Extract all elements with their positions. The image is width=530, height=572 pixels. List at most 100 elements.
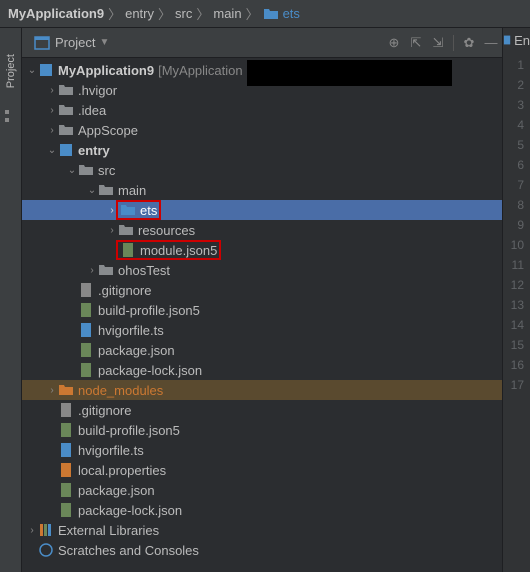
tree-item-resources[interactable]: › resources bbox=[22, 220, 502, 240]
folder-icon bbox=[58, 82, 74, 98]
item-label: AppScope bbox=[78, 123, 138, 138]
breadcrumb-main[interactable]: main bbox=[213, 6, 241, 21]
folder-icon bbox=[58, 122, 74, 138]
tree-item-packagelock2[interactable]: package-lock.json bbox=[22, 500, 502, 520]
tree-item-buildprofile2[interactable]: build-profile.json5 bbox=[22, 420, 502, 440]
line-number: 13 bbox=[503, 298, 530, 318]
tab-label: En bbox=[514, 33, 530, 48]
folder-icon bbox=[98, 262, 114, 278]
json-file-icon bbox=[78, 362, 94, 378]
project-tab-label[interactable]: Project bbox=[5, 54, 17, 88]
hide-icon[interactable]: — bbox=[480, 32, 502, 54]
item-label: package-lock.json bbox=[78, 503, 182, 518]
expander-icon[interactable]: ⌄ bbox=[46, 145, 58, 156]
file-icon bbox=[78, 282, 94, 298]
line-number: 2 bbox=[503, 78, 530, 98]
tree-item-entry[interactable]: ⌄ entry bbox=[22, 140, 502, 160]
folder-icon bbox=[120, 202, 136, 218]
expander-icon[interactable]: › bbox=[46, 125, 58, 136]
json-file-icon bbox=[120, 242, 136, 258]
json-file-icon bbox=[78, 342, 94, 358]
tree-item-appscope[interactable]: › AppScope bbox=[22, 120, 502, 140]
tree-item-hvigorfile[interactable]: hvigorfile.ts bbox=[22, 320, 502, 340]
folder-icon bbox=[263, 6, 279, 22]
item-label: .gitignore bbox=[98, 283, 151, 298]
module-icon bbox=[58, 142, 74, 158]
library-icon bbox=[38, 522, 54, 538]
tree-item-extlib[interactable]: › External Libraries bbox=[22, 520, 502, 540]
file-icon bbox=[58, 402, 74, 418]
project-icon bbox=[34, 35, 50, 51]
line-number: 1 bbox=[503, 58, 530, 78]
scratches-icon bbox=[38, 542, 54, 558]
tree-item-idea[interactable]: › .idea bbox=[22, 100, 502, 120]
expander-icon[interactable]: › bbox=[46, 85, 58, 96]
expander-icon[interactable]: › bbox=[86, 265, 98, 276]
expander-icon[interactable]: › bbox=[106, 225, 118, 236]
expander-icon[interactable]: › bbox=[46, 385, 58, 396]
item-label: package.json bbox=[78, 483, 155, 498]
expander-icon[interactable]: ⌄ bbox=[26, 65, 38, 76]
breadcrumb-src[interactable]: src bbox=[175, 6, 192, 21]
settings-icon[interactable]: ✿ bbox=[458, 32, 480, 54]
breadcrumb-root[interactable]: MyApplication9 bbox=[8, 6, 104, 21]
select-opened-file-icon[interactable]: ⊕ bbox=[383, 32, 405, 54]
root-suffix: [MyApplication bbox=[158, 63, 243, 78]
redaction bbox=[247, 60, 452, 86]
editor-tab[interactable]: En bbox=[502, 30, 530, 50]
separator bbox=[453, 35, 454, 51]
line-number: 3 bbox=[503, 98, 530, 118]
ts-file-icon bbox=[78, 322, 94, 338]
item-label: External Libraries bbox=[58, 523, 159, 538]
tree-item-nodemodules[interactable]: › node_modules bbox=[22, 380, 502, 400]
line-number: 12 bbox=[503, 278, 530, 298]
tree-item-ets[interactable]: › ets bbox=[22, 200, 502, 220]
line-number: 11 bbox=[503, 258, 530, 278]
collapse-all-icon[interactable]: ⇲ bbox=[427, 32, 449, 54]
project-view-selector[interactable]: Project ▼ bbox=[28, 35, 115, 51]
json-file-icon bbox=[78, 302, 94, 318]
item-label: .gitignore bbox=[78, 403, 131, 418]
folder-icon bbox=[58, 102, 74, 118]
tree-item-src[interactable]: ⌄ src bbox=[22, 160, 502, 180]
line-number: 14 bbox=[503, 318, 530, 338]
item-label: package.json bbox=[98, 343, 175, 358]
json-file-icon bbox=[58, 422, 74, 438]
item-label: build-profile.json5 bbox=[98, 303, 200, 318]
line-number: 7 bbox=[503, 178, 530, 198]
expand-all-icon[interactable]: ⇱ bbox=[405, 32, 427, 54]
structure-icon[interactable] bbox=[3, 108, 19, 124]
line-number: 10 bbox=[503, 238, 530, 258]
tree-item-scratches[interactable]: Scratches and Consoles bbox=[22, 540, 502, 560]
chevron-right-icon: 〉 bbox=[108, 4, 121, 23]
tree-item-hvigorfile2[interactable]: hvigorfile.ts bbox=[22, 440, 502, 460]
tree-item-ohostest[interactable]: › ohosTest bbox=[22, 260, 502, 280]
folder-icon bbox=[78, 162, 94, 178]
tree-item-packagejson2[interactable]: package.json bbox=[22, 480, 502, 500]
tree-item-gitignore2[interactable]: .gitignore bbox=[22, 400, 502, 420]
tree-item-modulejson[interactable]: module.json5 bbox=[22, 240, 502, 260]
module-icon bbox=[38, 62, 54, 78]
tree-item-packagelock[interactable]: package-lock.json bbox=[22, 360, 502, 380]
line-number: 16 bbox=[503, 358, 530, 378]
breadcrumb-entry[interactable]: entry bbox=[125, 6, 154, 21]
line-number: 6 bbox=[503, 158, 530, 178]
expander-icon[interactable]: › bbox=[26, 525, 38, 536]
tree-item-main[interactable]: ⌄ main bbox=[22, 180, 502, 200]
item-label: src bbox=[98, 163, 115, 178]
left-tool-bar: Project bbox=[0, 28, 22, 572]
project-tree[interactable]: ⌄ MyApplication9 [MyApplication › .hvigo… bbox=[22, 58, 502, 572]
tree-item-buildprofile[interactable]: build-profile.json5 bbox=[22, 300, 502, 320]
item-label: ets bbox=[140, 203, 157, 218]
breadcrumb-ets[interactable]: ets bbox=[283, 6, 300, 21]
json-file-icon bbox=[58, 502, 74, 518]
expander-icon[interactable]: ⌄ bbox=[86, 185, 98, 196]
tree-item-packagejson[interactable]: package.json bbox=[22, 340, 502, 360]
line-number: 17 bbox=[503, 378, 530, 398]
expander-icon[interactable]: › bbox=[46, 105, 58, 116]
tree-item-localprops[interactable]: local.properties bbox=[22, 460, 502, 480]
folder-icon bbox=[118, 222, 134, 238]
expander-icon[interactable]: ⌄ bbox=[66, 165, 78, 176]
item-label: .idea bbox=[78, 103, 106, 118]
tree-item-gitignore[interactable]: .gitignore bbox=[22, 280, 502, 300]
